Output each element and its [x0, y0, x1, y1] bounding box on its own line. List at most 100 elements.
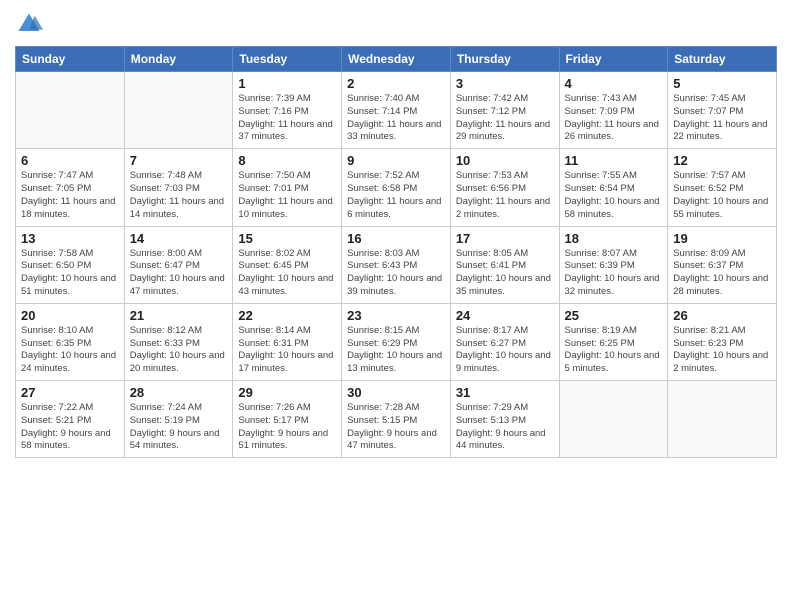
calendar-header-sunday: Sunday: [16, 47, 125, 72]
day-number: 30: [347, 385, 445, 400]
day-number: 2: [347, 76, 445, 91]
day-number: 1: [238, 76, 336, 91]
day-info: Sunrise: 8:12 AM Sunset: 6:33 PM Dayligh…: [130, 325, 228, 376]
calendar-header-saturday: Saturday: [668, 47, 777, 72]
day-info: Sunrise: 7:55 AM Sunset: 6:54 PM Dayligh…: [565, 170, 663, 221]
day-number: 19: [673, 231, 771, 246]
day-info: Sunrise: 7:26 AM Sunset: 5:17 PM Dayligh…: [238, 402, 336, 453]
day-info: Sunrise: 8:00 AM Sunset: 6:47 PM Dayligh…: [130, 248, 228, 299]
calendar-cell: 15 Sunrise: 8:02 AM Sunset: 6:45 PM Dayli…: [233, 226, 342, 303]
calendar-cell: 21 Sunrise: 8:12 AM Sunset: 6:33 PM Dayli…: [124, 303, 233, 380]
day-number: 31: [456, 385, 554, 400]
day-number: 12: [673, 153, 771, 168]
calendar-cell: 3 Sunrise: 7:42 AM Sunset: 7:12 PM Daylig…: [450, 72, 559, 149]
day-info: Sunrise: 7:29 AM Sunset: 5:13 PM Dayligh…: [456, 402, 554, 453]
day-info: Sunrise: 7:47 AM Sunset: 7:05 PM Dayligh…: [21, 170, 119, 221]
calendar-cell: [668, 381, 777, 458]
page: SundayMondayTuesdayWednesdayThursdayFrid…: [0, 0, 792, 612]
calendar-cell: 5Sunrise: 7:45 AM Sunset: 7:07 PM Daylig…: [668, 72, 777, 149]
calendar-week-row: 20 Sunrise: 8:10 AM Sunset: 6:35 PM Dayli…: [16, 303, 777, 380]
day-number: 18: [565, 231, 663, 246]
day-info: Sunrise: 8:07 AM Sunset: 6:39 PM Dayligh…: [565, 248, 663, 299]
calendar-cell: 7 Sunrise: 7:48 AM Sunset: 7:03 PM Daylig…: [124, 149, 233, 226]
calendar-header-monday: Monday: [124, 47, 233, 72]
day-number: 23: [347, 308, 445, 323]
day-number: 20: [21, 308, 119, 323]
day-info: Sunrise: 7:42 AM Sunset: 7:12 PM Dayligh…: [456, 93, 554, 144]
day-number: 3: [456, 76, 554, 91]
day-number: 6: [21, 153, 119, 168]
day-info: Sunrise: 7:50 AM Sunset: 7:01 PM Dayligh…: [238, 170, 336, 221]
day-number: 21: [130, 308, 228, 323]
calendar-cell: 6 Sunrise: 7:47 AM Sunset: 7:05 PM Daylig…: [16, 149, 125, 226]
calendar-cell: [16, 72, 125, 149]
calendar-header-tuesday: Tuesday: [233, 47, 342, 72]
calendar-cell: 24 Sunrise: 8:17 AM Sunset: 6:27 PM Dayli…: [450, 303, 559, 380]
logo: [15, 10, 47, 38]
calendar-cell: 18 Sunrise: 8:07 AM Sunset: 6:39 PM Dayli…: [559, 226, 668, 303]
calendar-header-friday: Friday: [559, 47, 668, 72]
day-info: Sunrise: 7:24 AM Sunset: 5:19 PM Dayligh…: [130, 402, 228, 453]
calendar-week-row: 13 Sunrise: 7:58 AM Sunset: 6:50 PM Dayli…: [16, 226, 777, 303]
calendar-cell: 27Sunrise: 7:22 AM Sunset: 5:21 PM Dayli…: [16, 381, 125, 458]
day-info: Sunrise: 8:02 AM Sunset: 6:45 PM Dayligh…: [238, 248, 336, 299]
day-number: 9: [347, 153, 445, 168]
day-info: Sunrise: 7:39 AM Sunset: 7:16 PM Dayligh…: [238, 93, 336, 144]
day-number: 17: [456, 231, 554, 246]
day-number: 28: [130, 385, 228, 400]
calendar-week-row: 1 Sunrise: 7:39 AM Sunset: 7:16 PM Daylig…: [16, 72, 777, 149]
calendar-cell: 12 Sunrise: 7:57 AM Sunset: 6:52 PM Dayli…: [668, 149, 777, 226]
calendar-cell: 2 Sunrise: 7:40 AM Sunset: 7:14 PM Daylig…: [342, 72, 451, 149]
day-info: Sunrise: 8:03 AM Sunset: 6:43 PM Dayligh…: [347, 248, 445, 299]
calendar-header-wednesday: Wednesday: [342, 47, 451, 72]
calendar-cell: 31 Sunrise: 7:29 AM Sunset: 5:13 PM Dayli…: [450, 381, 559, 458]
day-number: 25: [565, 308, 663, 323]
calendar-cell: 23 Sunrise: 8:15 AM Sunset: 6:29 PM Dayli…: [342, 303, 451, 380]
calendar-cell: 29 Sunrise: 7:26 AM Sunset: 5:17 PM Dayli…: [233, 381, 342, 458]
calendar-cell: 22 Sunrise: 8:14 AM Sunset: 6:31 PM Dayli…: [233, 303, 342, 380]
day-number: 4: [565, 76, 663, 91]
day-info: Sunrise: 8:09 AM Sunset: 6:37 PM Dayligh…: [673, 248, 771, 299]
calendar-cell: 11Sunrise: 7:55 AM Sunset: 6:54 PM Dayli…: [559, 149, 668, 226]
day-info: Sunrise: 8:14 AM Sunset: 6:31 PM Dayligh…: [238, 325, 336, 376]
day-info: Sunrise: 8:21 AM Sunset: 6:23 PM Dayligh…: [673, 325, 771, 376]
day-info: Sunrise: 8:15 AM Sunset: 6:29 PM Dayligh…: [347, 325, 445, 376]
day-number: 24: [456, 308, 554, 323]
day-number: 14: [130, 231, 228, 246]
calendar-cell: 20 Sunrise: 8:10 AM Sunset: 6:35 PM Dayli…: [16, 303, 125, 380]
day-number: 13: [21, 231, 119, 246]
logo-icon: [15, 10, 43, 38]
day-info: Sunrise: 7:52 AM Sunset: 6:58 PM Dayligh…: [347, 170, 445, 221]
day-info: Sunrise: 7:28 AM Sunset: 5:15 PM Dayligh…: [347, 402, 445, 453]
calendar-cell: 14 Sunrise: 8:00 AM Sunset: 6:47 PM Dayli…: [124, 226, 233, 303]
header: [15, 10, 777, 38]
calendar-cell: 28 Sunrise: 7:24 AM Sunset: 5:19 PM Dayli…: [124, 381, 233, 458]
calendar-week-row: 6 Sunrise: 7:47 AM Sunset: 7:05 PM Daylig…: [16, 149, 777, 226]
day-number: 22: [238, 308, 336, 323]
day-number: 15: [238, 231, 336, 246]
day-info: Sunrise: 7:57 AM Sunset: 6:52 PM Dayligh…: [673, 170, 771, 221]
calendar-cell: 1 Sunrise: 7:39 AM Sunset: 7:16 PM Daylig…: [233, 72, 342, 149]
day-info: Sunrise: 8:10 AM Sunset: 6:35 PM Dayligh…: [21, 325, 119, 376]
calendar-cell: [559, 381, 668, 458]
calendar-header-row: SundayMondayTuesdayWednesdayThursdayFrid…: [16, 47, 777, 72]
day-info: Sunrise: 8:05 AM Sunset: 6:41 PM Dayligh…: [456, 248, 554, 299]
day-number: 29: [238, 385, 336, 400]
day-info: Sunrise: 7:58 AM Sunset: 6:50 PM Dayligh…: [21, 248, 119, 299]
day-number: 26: [673, 308, 771, 323]
day-info: Sunrise: 8:17 AM Sunset: 6:27 PM Dayligh…: [456, 325, 554, 376]
day-number: 27: [21, 385, 119, 400]
calendar-week-row: 27Sunrise: 7:22 AM Sunset: 5:21 PM Dayli…: [16, 381, 777, 458]
day-number: 8: [238, 153, 336, 168]
calendar-cell: 30 Sunrise: 7:28 AM Sunset: 5:15 PM Dayli…: [342, 381, 451, 458]
calendar-cell: 10Sunrise: 7:53 AM Sunset: 6:56 PM Dayli…: [450, 149, 559, 226]
day-number: 7: [130, 153, 228, 168]
day-info: Sunrise: 7:43 AM Sunset: 7:09 PM Dayligh…: [565, 93, 663, 144]
day-info: Sunrise: 7:48 AM Sunset: 7:03 PM Dayligh…: [130, 170, 228, 221]
calendar-cell: [124, 72, 233, 149]
day-info: Sunrise: 7:45 AM Sunset: 7:07 PM Dayligh…: [673, 93, 771, 144]
day-info: Sunrise: 7:40 AM Sunset: 7:14 PM Dayligh…: [347, 93, 445, 144]
day-number: 10: [456, 153, 554, 168]
calendar-cell: 17 Sunrise: 8:05 AM Sunset: 6:41 PM Dayli…: [450, 226, 559, 303]
calendar: SundayMondayTuesdayWednesdayThursdayFrid…: [15, 46, 777, 458]
